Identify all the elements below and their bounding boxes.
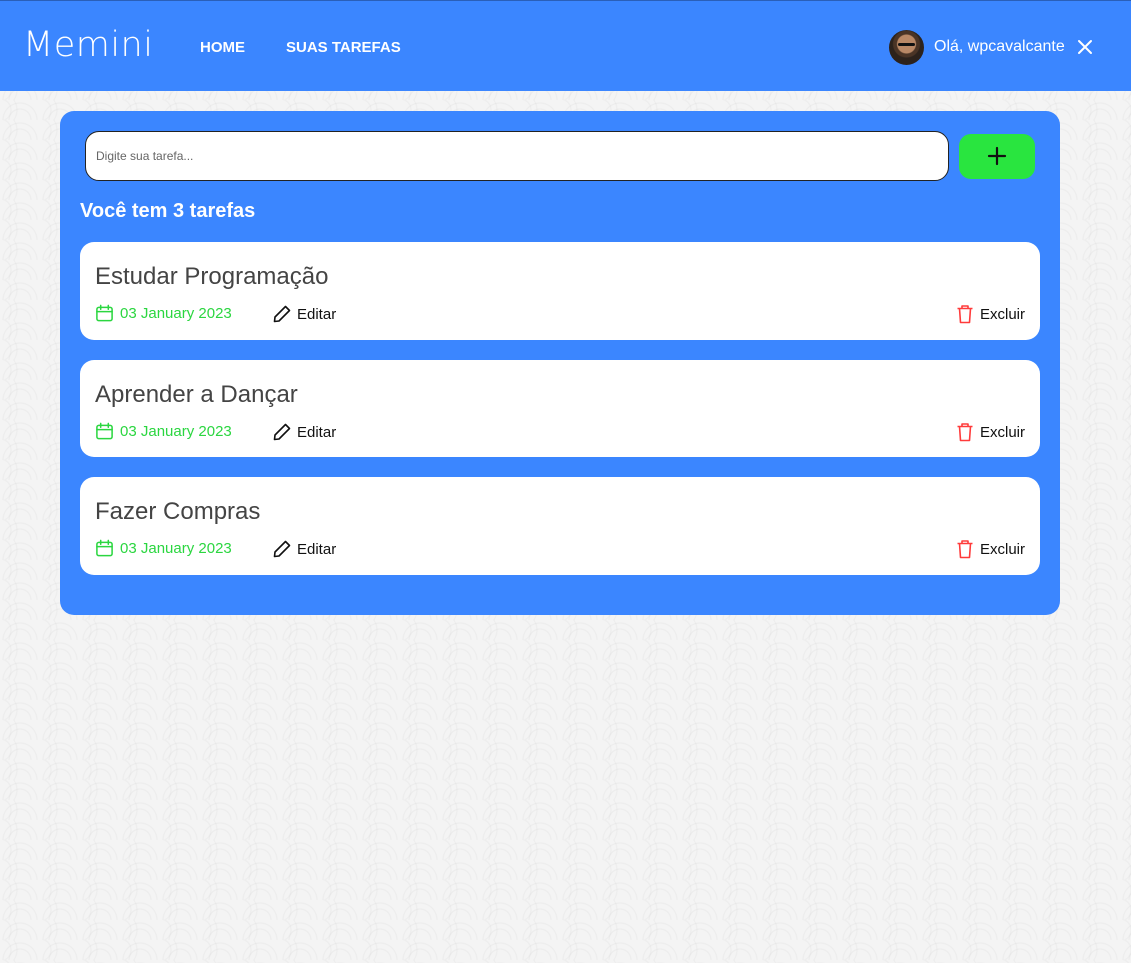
edit-label: Editar xyxy=(297,540,337,558)
task-date: 03 January 2023 xyxy=(95,539,232,558)
edit-label: Editar xyxy=(297,423,337,441)
app-logo[interactable]: Memini xyxy=(23,25,153,65)
calendar-icon xyxy=(96,304,113,322)
calendar-icon xyxy=(96,539,113,557)
top-navbar: Memini HOME SUAS TAREFAS Olá, wpcavalcan… xyxy=(0,0,1131,91)
plus-icon xyxy=(987,146,1007,166)
task-title: Fazer Compras xyxy=(95,498,261,525)
edit-button[interactable]: Editar xyxy=(272,422,336,442)
delete-label: Excluir xyxy=(979,305,1025,323)
nav-home-link[interactable]: HOME xyxy=(200,39,245,56)
delete-button[interactable]: Excluir xyxy=(956,304,1025,324)
task-card: Estudar Programação 03 January 2023 Edit… xyxy=(80,242,1040,340)
delete-label: Excluir xyxy=(979,540,1025,558)
pencil-icon xyxy=(273,305,291,323)
add-task-button[interactable] xyxy=(959,134,1035,179)
delete-button[interactable]: Excluir xyxy=(956,539,1025,559)
tasks-panel: Você tem 3 tarefas Estudar Programação 0… xyxy=(60,111,1060,615)
task-card: Aprender a Dançar 03 January 2023 Editar… xyxy=(80,360,1040,457)
delete-button[interactable]: Excluir xyxy=(956,422,1025,442)
task-date: 03 January 2023 xyxy=(95,304,232,323)
pencil-icon xyxy=(273,423,291,441)
edit-button[interactable]: Editar xyxy=(272,304,336,324)
edit-button[interactable]: Editar xyxy=(272,539,336,559)
task-date-label: 03 January 2023 xyxy=(120,540,232,557)
trash-icon xyxy=(957,540,973,559)
task-title: Aprender a Dançar xyxy=(95,381,298,408)
delete-label: Excluir xyxy=(979,423,1025,441)
task-input[interactable] xyxy=(85,131,949,181)
user-avatar[interactable] xyxy=(889,30,924,65)
nav-tasks-link[interactable]: SUAS TAREFAS xyxy=(286,39,401,56)
trash-icon xyxy=(957,305,973,324)
task-card: Fazer Compras 03 January 2023 Editar Exc… xyxy=(80,477,1040,575)
task-date: 03 January 2023 xyxy=(95,422,232,441)
calendar-icon xyxy=(96,422,113,440)
pencil-icon xyxy=(273,540,291,558)
edit-label: Editar xyxy=(297,305,337,323)
user-greeting: Olá, wpcavalcante xyxy=(934,38,1065,55)
trash-icon xyxy=(957,423,973,442)
close-icon[interactable] xyxy=(1076,38,1094,56)
task-date-label: 03 January 2023 xyxy=(120,423,232,440)
task-date-label: 03 January 2023 xyxy=(120,305,232,322)
task-count-heading: Você tem 3 tarefas xyxy=(80,200,256,222)
task-title: Estudar Programação xyxy=(95,263,329,290)
